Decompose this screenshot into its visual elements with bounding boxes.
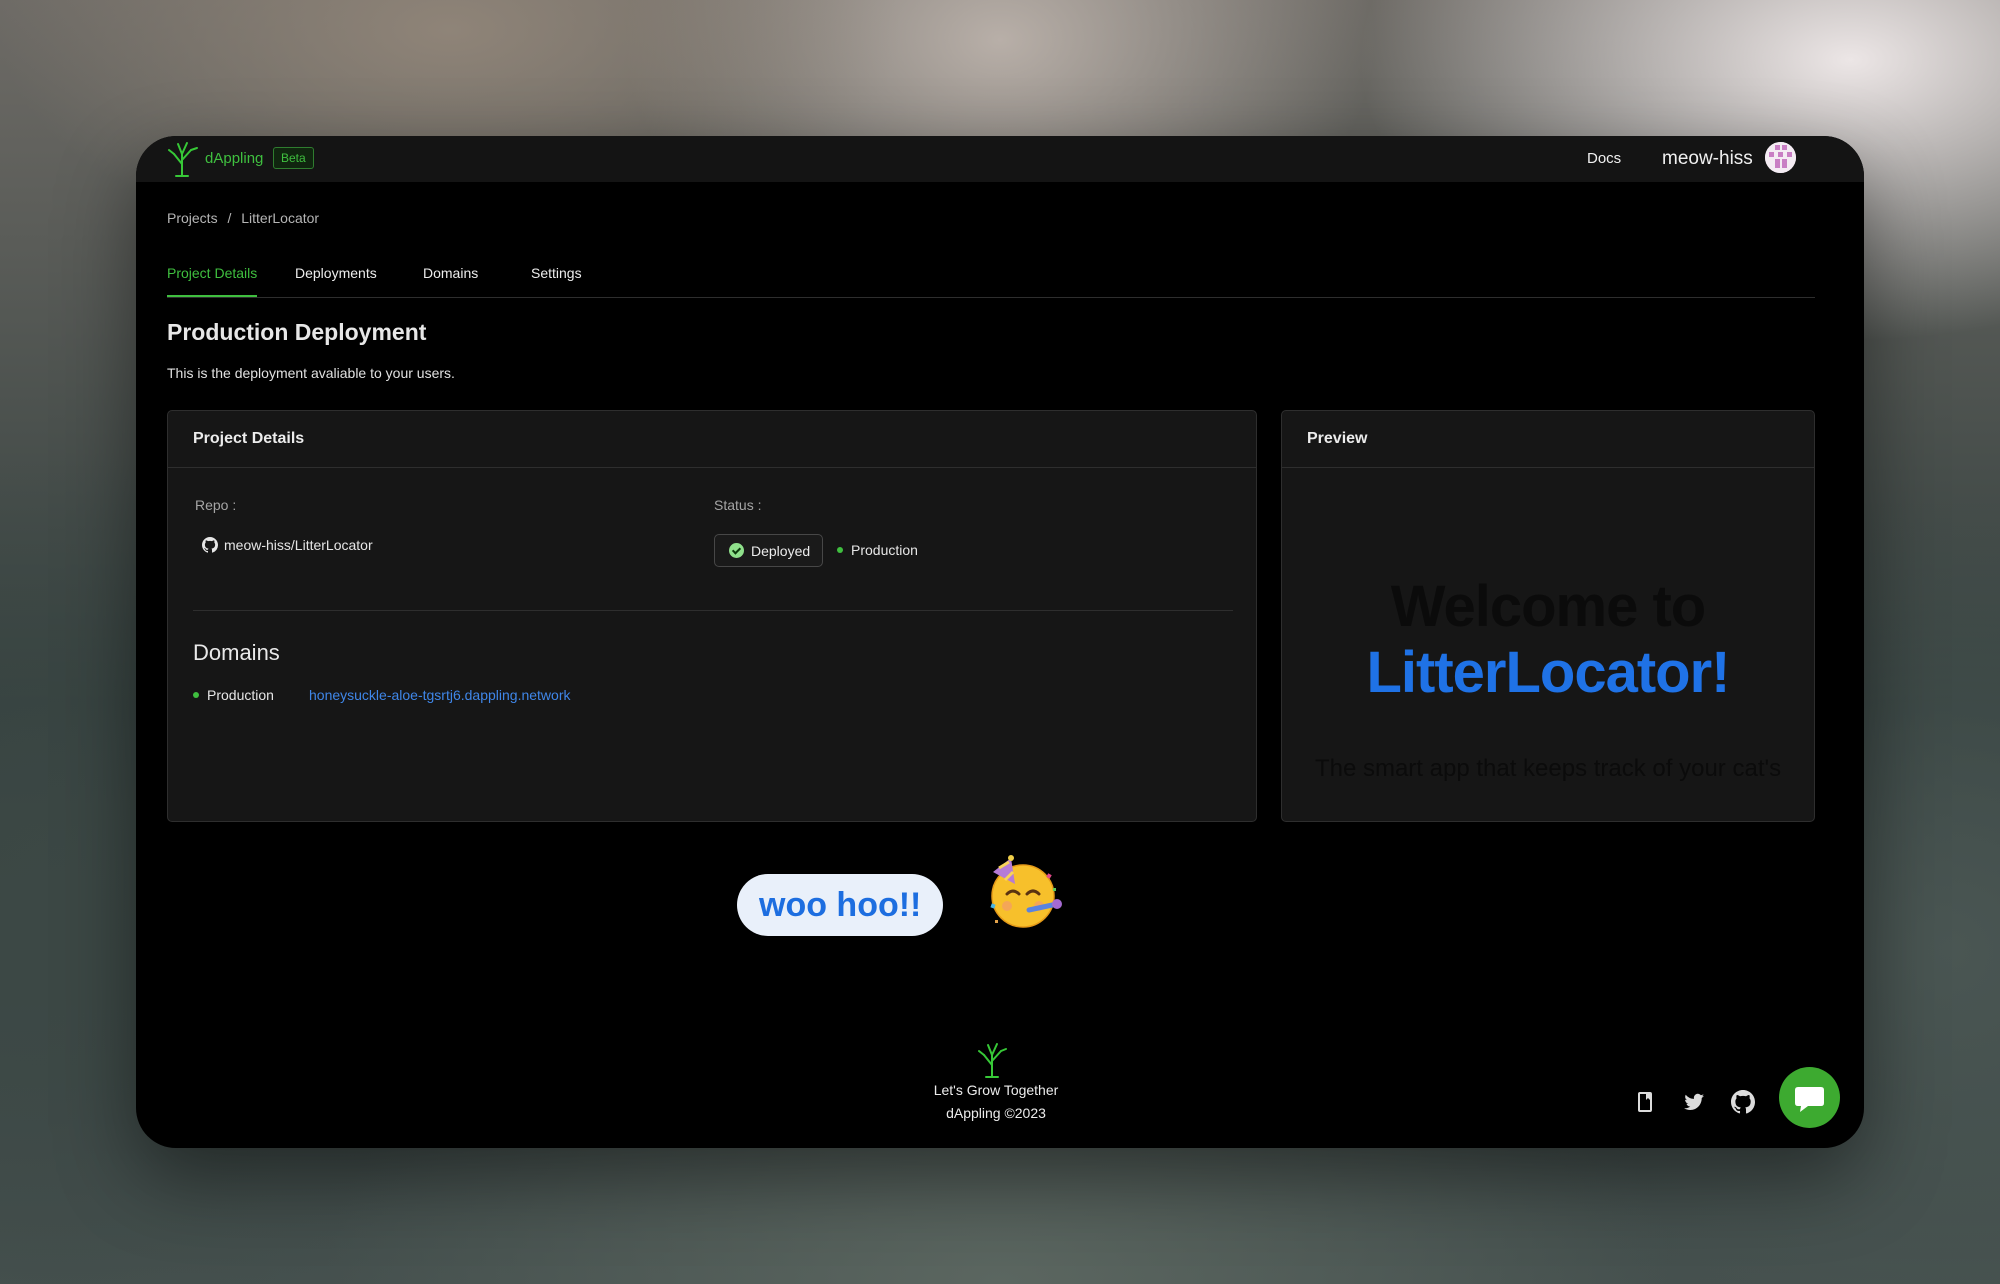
status-dot-icon — [193, 692, 199, 698]
chat-button[interactable] — [1779, 1067, 1840, 1128]
footer-tagline: Let's Grow Together — [933, 1082, 1059, 1098]
card-title: Preview — [1282, 411, 1814, 468]
page-title: Production Deployment — [167, 319, 427, 345]
status-label: Status : — [714, 497, 762, 513]
docs-link[interactable]: Docs — [1587, 150, 1621, 167]
project-details-card: Project Details Repo : meow-hiss/LitterL… — [167, 410, 1257, 822]
breadcrumb-projects[interactable]: Projects — [167, 210, 218, 226]
card-title: Project Details — [168, 411, 1256, 468]
environment-label: Production — [851, 542, 918, 558]
tree-logo-icon[interactable] — [166, 138, 200, 178]
party-face-emoji — [990, 855, 1062, 928]
breadcrumb-separator: / — [227, 210, 232, 226]
page-subtitle: This is the deployment avaliable to your… — [167, 365, 455, 381]
footer-tree-logo-icon — [978, 1043, 1007, 1078]
status-dot-icon — [837, 547, 843, 553]
twitter-icon[interactable] — [1682, 1090, 1706, 1114]
domain-env-label: Production — [207, 687, 274, 703]
breadcrumb: Projects / LitterLocator — [167, 210, 325, 226]
repo-label: Repo : — [195, 497, 237, 513]
status-text: Deployed — [751, 542, 811, 559]
brand-name[interactable]: dAppling — [205, 150, 263, 167]
check-circle-icon — [729, 543, 744, 558]
tab-bar: Project Details Deployments Domains Sett… — [167, 262, 1815, 298]
footer-copyright: dAppling ©2023 — [946, 1105, 1046, 1121]
avatar[interactable] — [1765, 142, 1796, 173]
divider — [193, 610, 1233, 611]
domain-environment: Production — [193, 687, 274, 703]
preview-heading-line2: LitterLocator! — [1366, 640, 1731, 705]
top-bar: dAppling Beta Docs meow-hiss — [136, 136, 1864, 182]
avatar-pattern-icon — [1765, 142, 1796, 173]
tab-deployments[interactable]: Deployments — [295, 265, 377, 295]
domain-link[interactable]: honeysuckle-aloe-tgsrtj6.dappling.networ… — [309, 687, 570, 703]
tab-project-details[interactable]: Project Details — [167, 265, 258, 297]
environment-indicator: Production — [837, 542, 918, 558]
preview-card: Preview Welcome to LitterLocator! The sm… — [1281, 410, 1815, 822]
tab-domains[interactable]: Domains — [423, 265, 478, 295]
status-badge: Deployed — [714, 534, 824, 567]
chat-icon — [1795, 1087, 1824, 1112]
breadcrumb-current[interactable]: LitterLocator — [241, 210, 319, 226]
app-window: dAppling Beta Docs meow-hiss Projects / … — [136, 136, 1864, 1148]
github-icon[interactable] — [1731, 1090, 1755, 1114]
github-icon — [202, 537, 218, 553]
preview-tagline: The smart app that keeps track of your c… — [1314, 755, 1782, 782]
preview-heading-line1: Welcome to — [1390, 574, 1706, 639]
tab-settings[interactable]: Settings — [531, 265, 582, 295]
celebration-bubble: woo hoo!! — [737, 874, 944, 936]
beta-badge: Beta — [273, 147, 314, 169]
bookmark-icon[interactable] — [1633, 1090, 1657, 1114]
preview-frame[interactable]: Welcome to LitterLocator! The smart app … — [1282, 469, 1814, 815]
repo-link[interactable]: meow-hiss/LitterLocator — [202, 537, 373, 553]
domains-heading: Domains — [193, 640, 280, 665]
username-label[interactable]: meow-hiss — [1662, 148, 1753, 170]
repo-name[interactable]: meow-hiss/LitterLocator — [224, 537, 373, 553]
